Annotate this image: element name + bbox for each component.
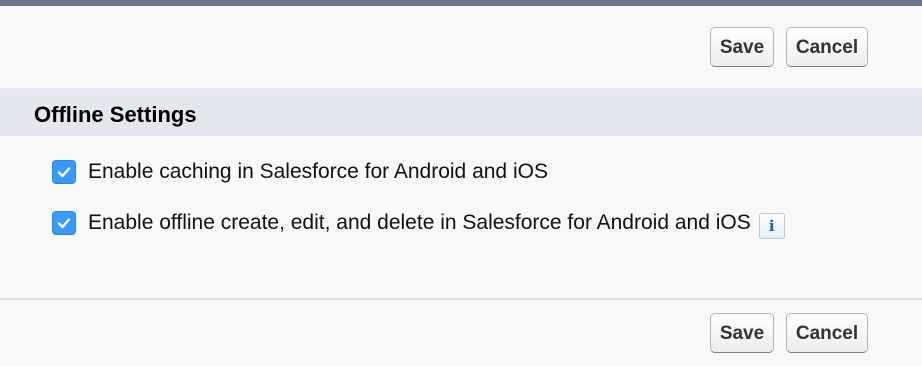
option-enable-offline-edit: Enable offline create, edit, and delete …	[52, 207, 785, 239]
checkmark-icon	[57, 218, 71, 229]
top-save-button[interactable]: Save	[710, 27, 774, 67]
offline-edit-checkbox[interactable]	[52, 211, 76, 235]
offline-settings-page: Save Cancel Offline Settings Enable cach…	[0, 0, 922, 366]
section-header: Offline Settings	[0, 90, 922, 136]
bottom-save-button[interactable]: Save	[710, 313, 774, 353]
info-icon[interactable]: i	[758, 213, 785, 239]
offline-edit-label: Enable offline create, edit, and delete …	[88, 211, 751, 234]
top-button-bar: Save Cancel	[0, 6, 922, 67]
bottom-button-bar: Save Cancel	[0, 300, 922, 360]
section-title: Offline Settings	[34, 102, 197, 127]
caching-checkbox[interactable]	[52, 160, 76, 184]
bottom-cancel-button[interactable]: Cancel	[786, 313, 868, 353]
caching-label: Enable caching in Salesforce for Android…	[88, 160, 548, 183]
top-cancel-button[interactable]: Cancel	[786, 27, 868, 67]
checkmark-icon	[57, 167, 71, 178]
option-enable-caching: Enable caching in Salesforce for Android…	[52, 160, 548, 184]
